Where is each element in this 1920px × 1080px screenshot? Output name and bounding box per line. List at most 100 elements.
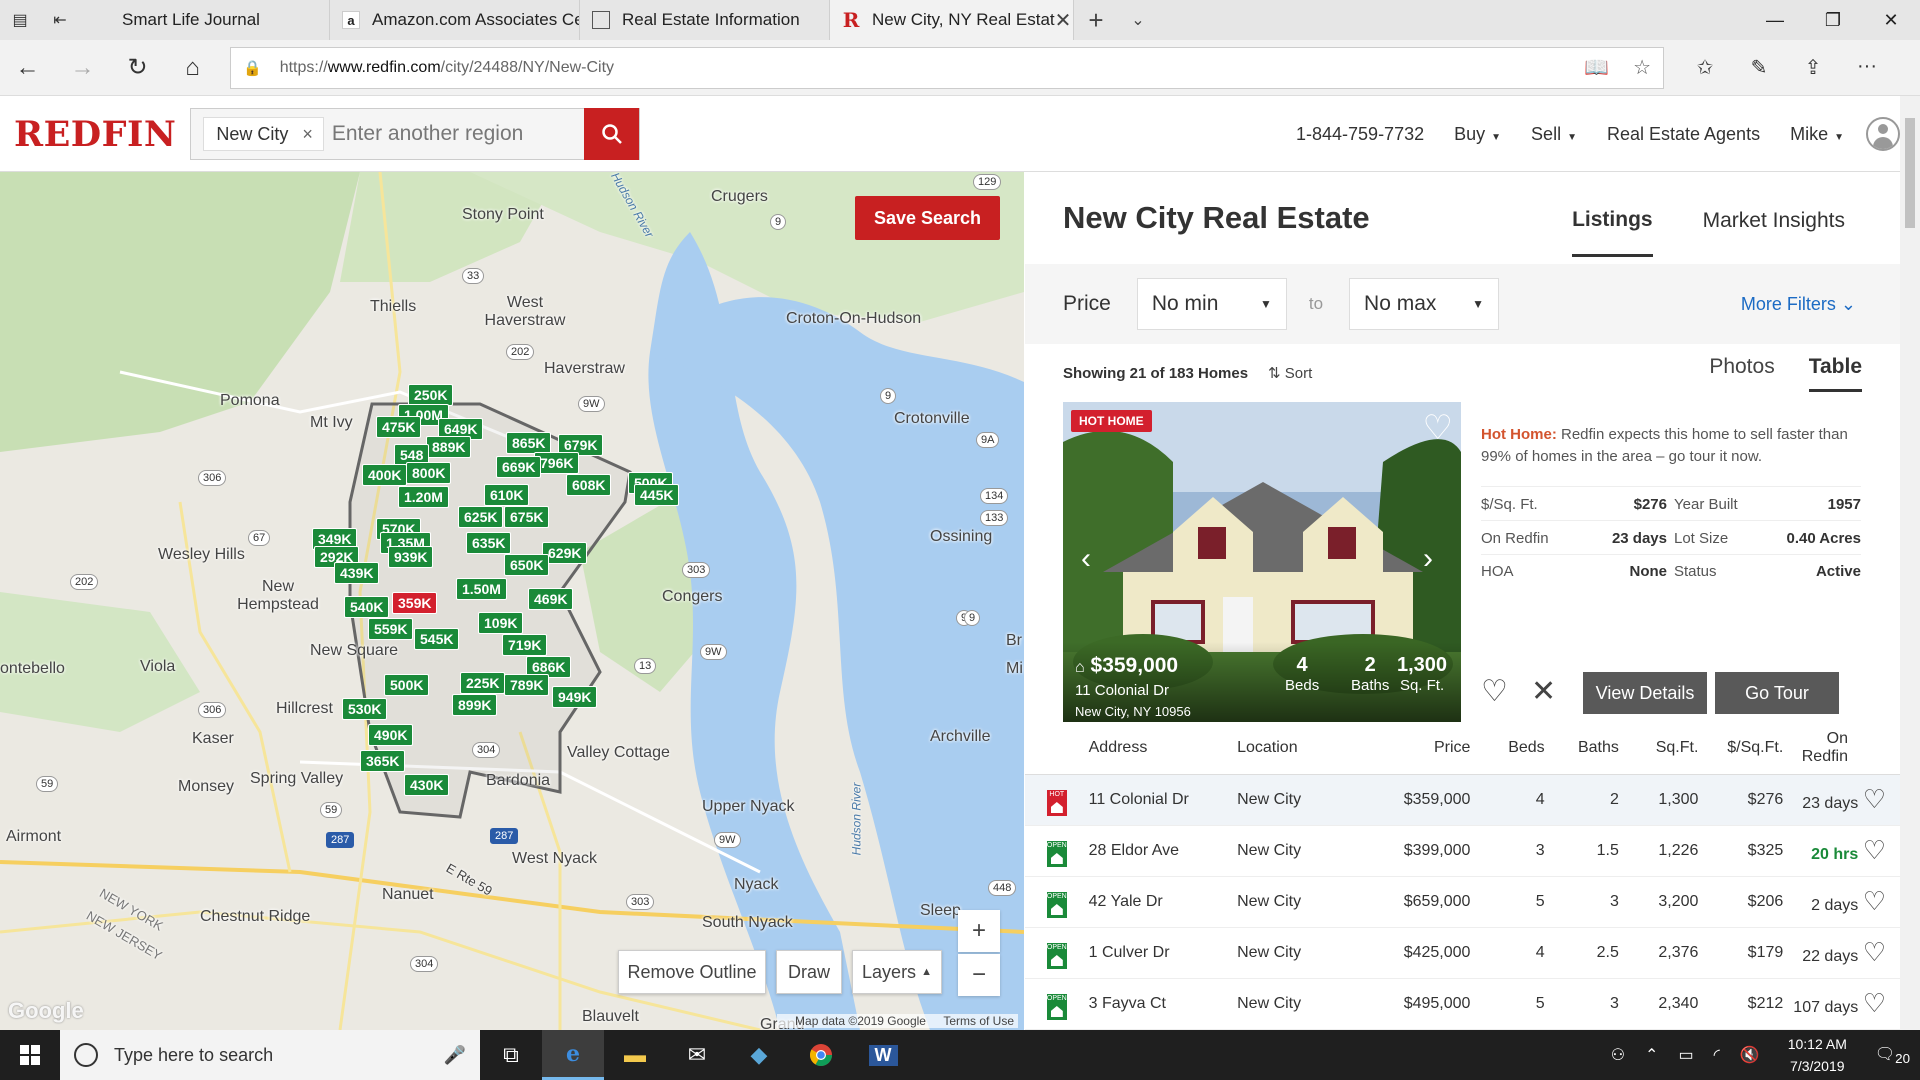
- price-pin[interactable]: 635K: [466, 532, 512, 554]
- table-row[interactable]: OPEN 1 Culver Dr New City $425,000 4 2.5…: [1025, 927, 1900, 979]
- home-icon[interactable]: ⌂: [165, 40, 220, 96]
- col-price[interactable]: Price: [1364, 722, 1471, 775]
- col-beds[interactable]: Beds: [1470, 722, 1545, 775]
- remove-outline-button[interactable]: Remove Outline: [618, 950, 766, 994]
- price-pin[interactable]: 439K: [334, 562, 380, 584]
- nav-agents[interactable]: Real Estate Agents: [1607, 124, 1760, 145]
- url-field[interactable]: 🔒 https://www.redfin.com/city/24488/NY/N…: [230, 46, 1664, 89]
- clock[interactable]: 10:12 AM 7/3/2019: [1788, 1033, 1847, 1077]
- layers-button[interactable]: Layers ▲: [852, 950, 942, 994]
- col-location[interactable]: Location: [1237, 722, 1365, 775]
- price-pin[interactable]: 610K: [484, 484, 530, 506]
- col-sqft[interactable]: Sq.Ft.: [1618, 722, 1699, 775]
- zoom-out-button[interactable]: −: [958, 954, 1000, 996]
- browser-tab-active[interactable]: R New City, NY Real Estat ✕: [830, 0, 1074, 40]
- search-button[interactable]: [584, 108, 640, 160]
- price-pin[interactable]: 949K: [552, 686, 598, 708]
- heart-icon[interactable]: ♡: [1863, 784, 1886, 814]
- tab-photos[interactable]: Photos: [1709, 355, 1774, 392]
- price-pin[interactable]: 430K: [404, 774, 450, 796]
- col-baths[interactable]: Baths: [1544, 722, 1619, 775]
- listing-photo[interactable]: HOT HOME ♡ ‹ › ⌂ $359,000 11 Colonial Dr…: [1063, 402, 1461, 722]
- table-row[interactable]: OPEN 3 Fayva Ct New City $495,000 5 3 2,…: [1025, 978, 1900, 1030]
- remove-region-icon[interactable]: ×: [302, 124, 313, 145]
- favorite-star-icon[interactable]: ☆: [1633, 55, 1651, 80]
- price-pin[interactable]: 650K: [504, 554, 550, 576]
- price-pin[interactable]: 1.20M: [398, 486, 449, 508]
- price-pin[interactable]: 669K: [496, 456, 542, 478]
- avatar[interactable]: [1866, 117, 1900, 151]
- wifi-icon[interactable]: ◜: [1714, 1045, 1720, 1065]
- price-pin[interactable]: 250K: [408, 384, 454, 406]
- terms-link[interactable]: Terms of Use: [943, 1014, 1014, 1028]
- price-pin[interactable]: 865K: [506, 432, 552, 454]
- tab-market-insights[interactable]: Market Insights: [1703, 181, 1845, 255]
- minimize-icon[interactable]: —: [1746, 0, 1804, 40]
- scrollbar-thumb[interactable]: [1905, 118, 1915, 228]
- row-address[interactable]: 11 Colonial Dr: [1088, 774, 1238, 826]
- volume-icon[interactable]: 🔇: [1740, 1045, 1760, 1065]
- col-address[interactable]: Address: [1088, 722, 1238, 775]
- share-icon[interactable]: ⇪: [1786, 55, 1840, 80]
- row-address[interactable]: 28 Eldor Ave: [1088, 825, 1238, 877]
- taskbar-search[interactable]: Type here to search 🎤: [60, 1030, 480, 1080]
- sort-button[interactable]: ⇅ Sort: [1268, 364, 1312, 382]
- close-tab-icon[interactable]: ✕: [1055, 8, 1072, 33]
- favorite-heart-icon[interactable]: ♡: [1481, 674, 1508, 709]
- price-pin[interactable]: 899K: [452, 694, 498, 716]
- edge-icon[interactable]: e: [542, 1030, 604, 1080]
- next-photo-icon[interactable]: ›: [1423, 542, 1433, 576]
- price-pin[interactable]: 608K: [566, 474, 612, 496]
- price-pin[interactable]: 1.50M: [456, 578, 507, 600]
- windows-start-icon[interactable]: [0, 1030, 60, 1080]
- price-pin[interactable]: 400K: [362, 464, 408, 486]
- pen-icon[interactable]: ✎: [1732, 55, 1786, 80]
- browser-tab[interactable]: Real Estate Information: [580, 0, 830, 40]
- hide-listing-icon[interactable]: ✕: [1531, 674, 1556, 709]
- featured-listing-card[interactable]: HOT HOME ♡ ‹ › ⌂ $359,000 11 Colonial Dr…: [1025, 402, 1900, 722]
- file-explorer-icon[interactable]: ▬: [604, 1030, 666, 1080]
- price-pin[interactable]: 675K: [504, 506, 550, 528]
- max-price-select[interactable]: No max ▼: [1349, 278, 1500, 330]
- chrome-icon[interactable]: [790, 1030, 852, 1080]
- favorite-heart-icon[interactable]: ♡: [1423, 408, 1453, 448]
- price-pin[interactable]: 789K: [504, 674, 550, 696]
- refresh-icon[interactable]: ↻: [110, 40, 165, 96]
- set-tabs-aside-icon[interactable]: ⇤: [40, 0, 80, 40]
- price-pin[interactable]: 490K: [368, 724, 414, 746]
- phone-number[interactable]: 1-844-759-7732: [1296, 124, 1424, 145]
- heart-icon[interactable]: ♡: [1863, 886, 1886, 916]
- price-pin[interactable]: 939K: [388, 546, 434, 568]
- price-pin[interactable]: 475K: [376, 416, 422, 438]
- table-row[interactable]: OPEN 42 Yale Dr New City $659,000 5 3 3,…: [1025, 876, 1900, 928]
- forward-icon[interactable]: →: [55, 40, 110, 96]
- favorites-icon[interactable]: ✩: [1678, 55, 1732, 80]
- redfin-logo[interactable]: REDFIN: [14, 114, 176, 155]
- back-icon[interactable]: ←: [0, 40, 55, 96]
- price-pin[interactable]: 530K: [342, 698, 388, 720]
- row-address[interactable]: 1 Culver Dr: [1088, 927, 1238, 979]
- nav-buy[interactable]: Buy ▼: [1454, 124, 1501, 145]
- page-scrollbar[interactable]: [1900, 96, 1920, 1030]
- map[interactable]: Crugers Stony Point Thiells West Haverst…: [0, 172, 1024, 1030]
- nav-user[interactable]: Mike ▼: [1790, 124, 1844, 145]
- tab-overview-icon[interactable]: ▤: [0, 0, 40, 40]
- min-price-select[interactable]: No min ▼: [1136, 278, 1287, 330]
- table-row[interactable]: HOT 11 Colonial Dr New City $359,000 4 2…: [1025, 774, 1900, 826]
- price-pin[interactable]: 719K: [502, 634, 548, 656]
- region-chip[interactable]: New City ×: [203, 117, 324, 151]
- browser-tab[interactable]: Smart Life Journal: [80, 0, 330, 40]
- new-tab-icon[interactable]: +: [1074, 5, 1118, 36]
- price-pin[interactable]: 559K: [368, 618, 414, 640]
- price-pin[interactable]: 500K: [384, 674, 430, 696]
- row-address[interactable]: 3 Fayva Ct: [1088, 978, 1238, 1030]
- col-on-redfin[interactable]: On Redfin: [1783, 722, 1900, 775]
- tab-table[interactable]: Table: [1808, 355, 1862, 392]
- heart-icon[interactable]: ♡: [1863, 835, 1886, 865]
- price-pin[interactable]: 469K: [528, 588, 574, 610]
- heart-icon[interactable]: ♡: [1863, 937, 1886, 967]
- chevron-down-icon[interactable]: ⌄: [1118, 10, 1158, 30]
- battery-icon[interactable]: ▭: [1678, 1045, 1693, 1065]
- maximize-icon[interactable]: ❐: [1804, 0, 1862, 40]
- price-pin[interactable]: 445K: [634, 484, 680, 506]
